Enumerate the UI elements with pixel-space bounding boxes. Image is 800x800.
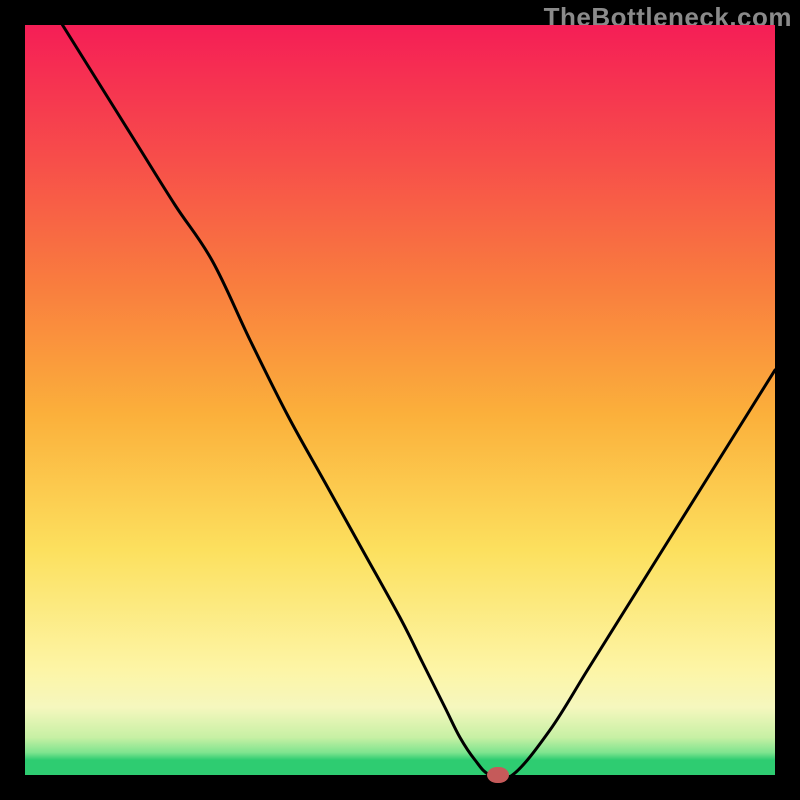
curve-svg: [25, 25, 775, 775]
chart-container: TheBottleneck.com: [0, 0, 800, 800]
plot-area: [25, 25, 775, 775]
optimum-marker: [487, 767, 509, 783]
bottleneck-curve-path: [63, 25, 776, 775]
